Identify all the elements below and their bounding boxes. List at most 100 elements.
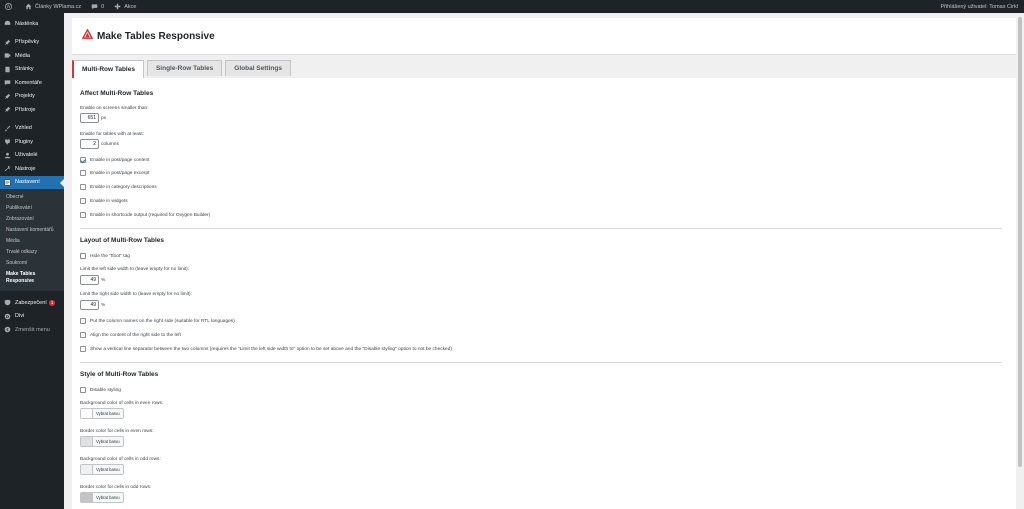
menu-item-appearance[interactable]: Vzhled: [0, 122, 64, 136]
check-enable-category-descriptions[interactable]: Enable in category descriptions: [80, 184, 157, 190]
right-width-label: Limit the right side width to (leave emp…: [80, 292, 192, 297]
screens-unit: px: [101, 115, 107, 121]
check-enable-widgets[interactable]: Enable in widgets: [80, 198, 128, 204]
even-bg-color-picker[interactable]: Vybrat barvu: [80, 408, 124, 419]
checkbox-label: Enable in post/page excerpt: [90, 170, 150, 176]
submenu-item-general[interactable]: Obecné: [0, 192, 64, 203]
checkbox-label: Put the column names on the right side (…: [90, 318, 235, 324]
menu-item-divi[interactable]: D Divi: [0, 310, 64, 324]
comments-link[interactable]: 0: [86, 0, 109, 13]
menu-item-pages[interactable]: Stránky: [0, 63, 64, 77]
section-title-layout: Layout of Multi-Row Tables: [80, 237, 165, 244]
section-divider: [80, 228, 1002, 229]
menu-label: Nastavení: [15, 179, 40, 186]
menu-label: Uživatelé: [15, 152, 38, 159]
even-border-color-picker[interactable]: Vybrat barvu: [80, 436, 124, 447]
check-enable-post-excerpt[interactable]: Enable in post/page excerpt: [80, 170, 149, 176]
submenu-item-media[interactable]: Média: [0, 236, 64, 247]
admin-bar: W Články WPlama.cz 0 Akce Přihlášený uži…: [0, 0, 1024, 13]
check-align-right-side-left[interactable]: Align the content of the right side to t…: [80, 332, 181, 338]
tab-global-settings[interactable]: Global Settings: [225, 60, 291, 76]
screens-width-input[interactable]: 651: [80, 113, 99, 123]
menu-label: Vzhled: [15, 125, 32, 132]
color-swatch: [81, 409, 93, 418]
dashboard-icon: [4, 20, 11, 26]
settings-icon: [4, 179, 11, 186]
plugin-icon: [5, 138, 10, 145]
menu-item-users[interactable]: Uživatelé: [0, 149, 64, 163]
submenu-item-writing[interactable]: Publikování: [0, 203, 64, 214]
admin-sidebar: Nástěnka Příspěvky Média Stránky Komentá…: [0, 13, 64, 509]
menu-item-comments[interactable]: Komentáře: [0, 76, 64, 90]
svg-text:W: W: [6, 4, 11, 9]
right-width-input[interactable]: 49: [80, 300, 99, 310]
check-disable-styling[interactable]: Disable styling: [80, 387, 121, 393]
checkbox[interactable]: [80, 332, 86, 338]
columns-row: 2 columns: [80, 139, 119, 149]
security-badge: 1: [48, 299, 56, 306]
pin-icon: [4, 93, 11, 100]
menu-label: Příspěvky: [15, 39, 40, 46]
checkbox[interactable]: [80, 157, 86, 163]
select-color-button[interactable]: Vybrat barvu: [93, 467, 123, 472]
settings-tabs: Multi-Row Tables Single-Row Tables Globa…: [72, 60, 291, 78]
menu-item-plugins[interactable]: Pluginy: [0, 135, 64, 149]
select-color-button[interactable]: Vybrat barvu: [93, 439, 123, 444]
menu-label: Nástěnka: [15, 20, 39, 27]
checkbox-label: Enable in widgets: [90, 198, 128, 204]
user-greeting: Přihlášený uživatel: Tomas Cirkl: [940, 3, 1018, 10]
tab-single-row-tables[interactable]: Single-Row Tables: [146, 60, 223, 76]
menu-item-security[interactable]: Zabezpečení 1: [0, 296, 64, 310]
site-name: Články WPlama.cz: [35, 3, 82, 10]
menu-item-media[interactable]: Média: [0, 49, 64, 63]
collapse-menu-button[interactable]: Zmenšit menu: [0, 323, 64, 337]
wordpress-logo-button[interactable]: W: [0, 0, 20, 13]
odd-bg-label: Background color of cells in odd rows:: [80, 457, 161, 462]
check-vertical-separator[interactable]: Show a vertical line separator between t…: [80, 346, 452, 352]
checkbox[interactable]: [80, 184, 86, 190]
screens-label: Enable on screens smaller than:: [80, 106, 149, 111]
menu-item-posts[interactable]: Příspěvky: [0, 36, 64, 50]
checkbox[interactable]: [80, 212, 86, 218]
user-account-link[interactable]: Přihlášený uživatel: Tomas Cirkl: [935, 0, 1024, 13]
menu-label: Komentáře: [15, 79, 42, 86]
submenu-item-permalinks[interactable]: Trvalé odkazy: [0, 247, 64, 258]
menu-label: Zmenšit menu: [15, 326, 50, 333]
submenu-item-make-tables-responsive[interactable]: Make Tables Responsive: [0, 269, 64, 287]
tab-multi-row-tables[interactable]: Multi-Row Tables: [72, 60, 144, 78]
check-enable-shortcode-output[interactable]: Enable in shortcode output (required for…: [80, 212, 210, 218]
wrench-icon: [4, 165, 11, 172]
min-columns-input[interactable]: 2: [80, 139, 99, 149]
even-bg-label: Background color of cells in even rows:: [80, 401, 164, 406]
right-width-row: 49 %: [80, 300, 105, 310]
check-column-names-right[interactable]: Put the column names on the right side (…: [80, 318, 235, 324]
scrollbar-thumb[interactable]: [1018, 17, 1022, 467]
home-icon: [25, 3, 32, 10]
left-width-input[interactable]: 49: [80, 275, 99, 285]
odd-border-label: Border color for cells in odd rows:: [80, 485, 152, 490]
menu-item-dashboard[interactable]: Nástěnka: [0, 17, 64, 31]
submenu-item-privacy[interactable]: Soukromí: [0, 258, 64, 269]
menu-item-tools[interactable]: Nástroje: [0, 162, 64, 176]
odd-bg-color-picker[interactable]: Vybrat barvu: [80, 464, 124, 475]
new-content-link[interactable]: Akce: [109, 0, 141, 13]
check-hide-tfoot[interactable]: Hide the "tfoot" tag: [80, 253, 130, 259]
checkbox[interactable]: [80, 318, 86, 324]
checkbox[interactable]: [80, 170, 86, 176]
select-color-button[interactable]: Vybrat barvu: [93, 495, 123, 500]
checkbox[interactable]: [80, 198, 86, 204]
submenu-item-discussion[interactable]: Nastavení komentářů: [0, 225, 64, 236]
menu-item-projects[interactable]: Projekty: [0, 90, 64, 104]
menu-item-devices[interactable]: Přístroje: [0, 103, 64, 117]
odd-border-color-picker[interactable]: Vybrat barvu: [80, 492, 124, 503]
checkbox[interactable]: [80, 387, 86, 393]
checkbox[interactable]: [80, 253, 86, 259]
select-color-button[interactable]: Vybrat barvu: [93, 411, 123, 416]
site-name-link[interactable]: Články WPlama.cz: [20, 0, 86, 13]
checkbox[interactable]: [80, 346, 86, 352]
menu-item-settings[interactable]: Nastavení: [0, 175, 64, 189]
check-enable-post-content[interactable]: Enable in post/page content: [80, 157, 149, 163]
page-scrollbar[interactable]: [1016, 13, 1024, 509]
submenu-item-reading[interactable]: Zobrazování: [0, 214, 64, 225]
left-width-label: Limit the left side width to (leave empt…: [80, 267, 190, 272]
